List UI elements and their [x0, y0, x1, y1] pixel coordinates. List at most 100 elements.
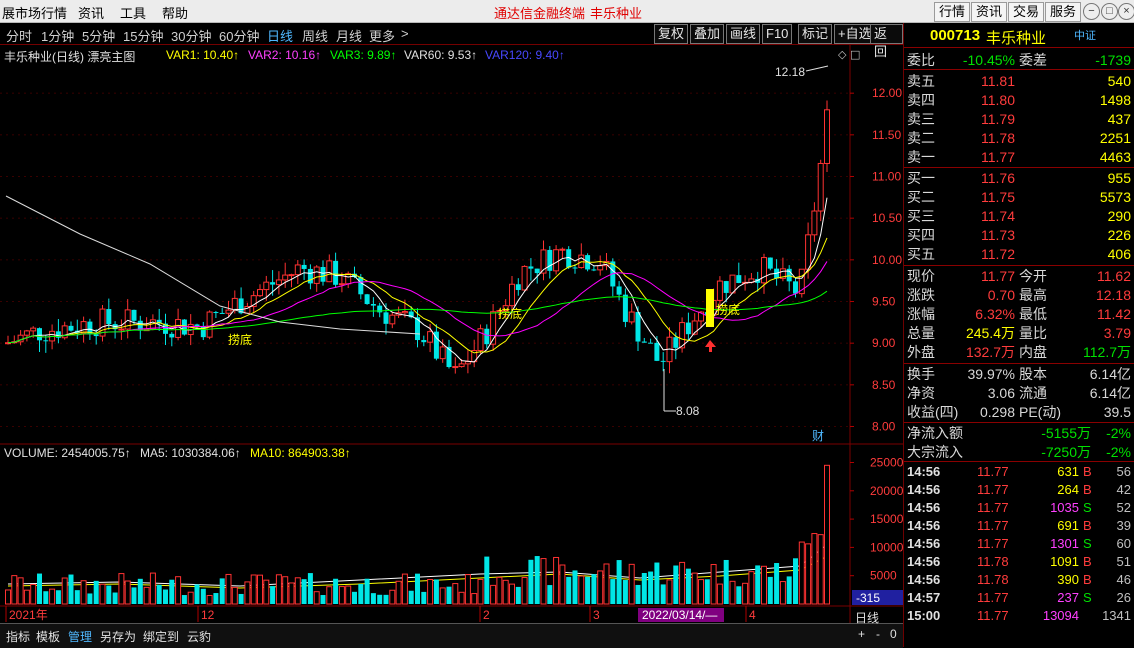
- period-15min[interactable]: 15分钟: [123, 26, 163, 45]
- ask-volume: 540: [1107, 73, 1131, 89]
- fuquan-button[interactable]: 复权: [654, 24, 689, 44]
- save-as-tab[interactable]: 另存为: [100, 628, 136, 645]
- volume-bar: [333, 578, 339, 604]
- draw-line-button[interactable]: 画线: [726, 24, 761, 44]
- menu-help[interactable]: 帮助: [162, 3, 188, 22]
- period-intraday[interactable]: 分时: [6, 26, 32, 45]
- volume-unit: -315: [856, 591, 880, 605]
- chevron-right-icon[interactable]: >: [401, 26, 409, 41]
- maximize-icon[interactable]: □: [1101, 3, 1118, 20]
- committee-ratio-value2: -1739: [1095, 52, 1131, 68]
- bid-row[interactable]: 买一 11.76 955: [907, 169, 1131, 187]
- bid-row[interactable]: 买三 11.74 290: [907, 207, 1131, 225]
- candle-body: [333, 260, 339, 285]
- minimize-icon[interactable]: −: [1083, 3, 1100, 20]
- volume-bar: [798, 541, 805, 605]
- volume-bar: [597, 570, 604, 605]
- candle-body: [572, 267, 578, 269]
- ask-row[interactable]: 卖一 11.77 4463: [907, 148, 1131, 166]
- menu-tools[interactable]: 工具: [120, 3, 146, 22]
- bid-row[interactable]: 买二 11.75 5573: [907, 188, 1131, 206]
- volume-bar: [793, 558, 798, 604]
- news-button[interactable]: 资讯: [971, 2, 1007, 22]
- kline-chart[interactable]: 12.00 11.50 11.00 10.50 10.00 9.50 9.00 8.50 8.0…: [0, 44, 903, 623]
- candle-body: [793, 281, 798, 294]
- period-weekly[interactable]: 周线: [302, 26, 328, 45]
- volume-bar: [742, 582, 749, 605]
- template-tab[interactable]: 模板: [36, 628, 60, 645]
- volume-bar: [685, 568, 691, 604]
- flow-value: -5155万: [1041, 425, 1091, 441]
- volume-bar: [231, 586, 238, 605]
- tick-side: S: [1083, 590, 1092, 605]
- f10-button[interactable]: F10: [762, 24, 793, 44]
- ask-row[interactable]: 卖二 11.78 2251: [907, 129, 1131, 147]
- volume-bar: [572, 570, 578, 604]
- cloud-tab[interactable]: 云豹: [187, 628, 211, 645]
- ask-row[interactable]: 卖三 11.79 437: [907, 110, 1131, 128]
- stat-row-value2: 12.18: [1095, 287, 1131, 303]
- candle-body: [257, 289, 263, 297]
- stock-name: 丰乐种业: [986, 30, 1047, 47]
- back-button[interactable]: 返回: [870, 24, 903, 59]
- bid-row[interactable]: 买四 11.73 226: [907, 226, 1131, 244]
- candle-body: [723, 281, 729, 293]
- close-icon[interactable]: ×: [1118, 3, 1134, 20]
- volume-bar: [509, 583, 515, 605]
- menu-market[interactable]: 展市场行情: [2, 3, 67, 22]
- volume-bar: [421, 591, 427, 604]
- ask-row[interactable]: 卖四 11.80 1498: [907, 91, 1131, 109]
- indicator-tab[interactable]: 指标: [6, 628, 30, 645]
- mark-button[interactable]: 标记: [798, 24, 833, 44]
- committee-ratio-label: 委比: [907, 52, 935, 68]
- tick-side: B: [1083, 464, 1092, 479]
- quote-button[interactable]: 行情: [934, 2, 970, 22]
- period-daily[interactable]: 日线: [267, 26, 293, 45]
- period-60min[interactable]: 60分钟: [219, 26, 259, 45]
- price-axis-label: 9.00: [872, 336, 896, 350]
- stat-row-value: 6.32%: [975, 306, 1015, 322]
- x-axis-label: 3: [593, 608, 600, 622]
- price-axis-label: 10.50: [872, 211, 902, 225]
- zoom-reset-button[interactable]: 0: [890, 627, 897, 641]
- service-button[interactable]: 服务: [1045, 2, 1081, 22]
- stat-row-value2: 11.62: [1097, 268, 1131, 284]
- stock-code: 000713: [930, 27, 981, 44]
- overlay-button[interactable]: 叠加: [690, 24, 725, 44]
- bid-row[interactable]: 买五 11.72 406: [907, 245, 1131, 263]
- candle-body: [275, 279, 282, 286]
- candle-body: [824, 109, 830, 164]
- volume-bar: [395, 580, 402, 605]
- volume-bar: [270, 586, 276, 604]
- period-5min[interactable]: 5分钟: [82, 26, 115, 45]
- menu-news[interactable]: 资讯: [78, 3, 104, 22]
- volume-bar: [439, 587, 446, 605]
- volume-bar: [370, 593, 376, 604]
- ask-price: 11.78: [981, 130, 1015, 146]
- candle-body: [213, 312, 219, 314]
- ask-row[interactable]: 卖五 11.81 540: [907, 72, 1131, 90]
- var1-label: VAR1: 10.40↑: [166, 48, 240, 62]
- period-30min[interactable]: 30分钟: [171, 26, 211, 45]
- period-more[interactable]: 更多: [369, 26, 395, 45]
- trade-button[interactable]: 交易: [1008, 2, 1044, 22]
- x-axis-label: 4: [749, 608, 756, 622]
- index-tag[interactable]: 中证: [1074, 27, 1096, 43]
- period-monthly[interactable]: 月线: [336, 26, 362, 45]
- period-1min[interactable]: 1分钟: [41, 26, 74, 45]
- tick-row: 14:56 11.77 691 B 39: [907, 517, 1131, 535]
- volume-bar: [691, 572, 698, 605]
- volume-bar: [698, 579, 704, 605]
- ma5-label: MA5: 1030384.06↑: [140, 446, 241, 460]
- quote-panel: 000713 丰乐种业 中证 委比 -10.45% 委差 -1739 卖五 11.81 54…: [903, 23, 1134, 647]
- bind-to-tab[interactable]: 绑定到: [143, 628, 179, 645]
- manage-tab[interactable]: 管理: [68, 628, 92, 645]
- volume-bar: [118, 573, 125, 605]
- candle-body: [338, 283, 345, 286]
- stat2-row-label: 换手: [907, 366, 935, 382]
- zoom-in-button[interactable]: +: [858, 627, 865, 641]
- tick-count: 1341: [1102, 608, 1131, 623]
- volume-bar: [87, 593, 93, 604]
- volume-bar: [282, 576, 289, 605]
- zoom-out-button[interactable]: -: [876, 627, 880, 641]
